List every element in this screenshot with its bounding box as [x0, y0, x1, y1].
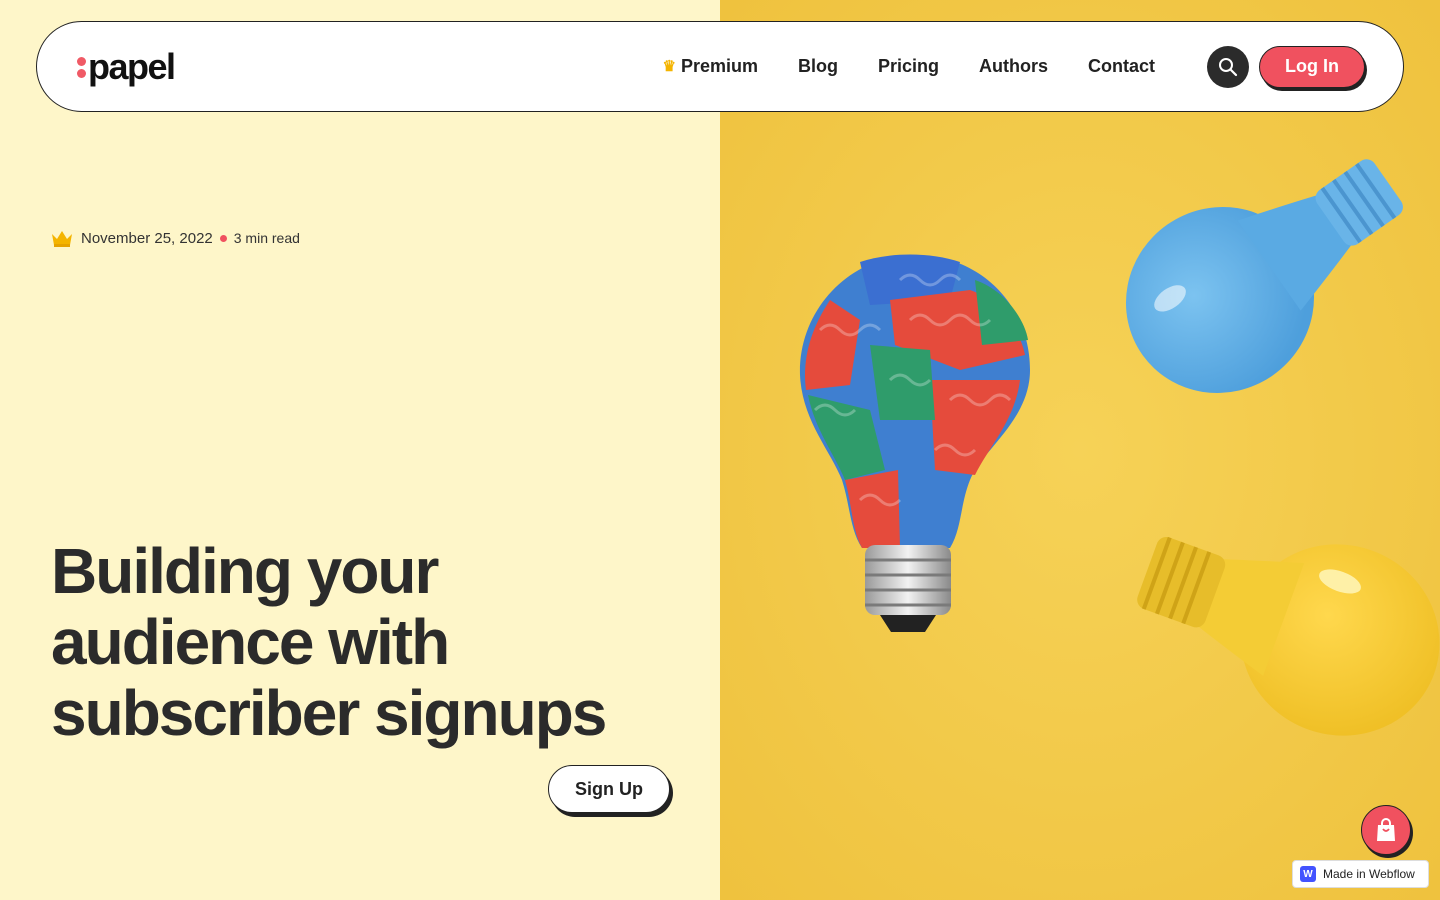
login-button[interactable]: Log In	[1259, 45, 1365, 88]
webflow-badge[interactable]: W Made in Webflow	[1292, 860, 1429, 888]
nav-link-contact[interactable]: Contact	[1088, 56, 1155, 77]
hero-image	[720, 0, 1440, 900]
search-button[interactable]	[1207, 45, 1249, 88]
crown-icon: ♛	[662, 58, 676, 75]
top-navbar: papel ♛ Premium Blog Pricing Authors Con…	[36, 21, 1404, 112]
post-title: Building your audience with subscriber s…	[51, 535, 607, 749]
nav-link-authors[interactable]: Authors	[979, 56, 1048, 77]
crown-icon	[52, 231, 72, 247]
shopping-bag-icon	[1377, 818, 1395, 841]
nav-link-premium[interactable]: ♛ Premium	[663, 56, 758, 77]
cart-button[interactable]	[1361, 805, 1411, 855]
search-icon	[1219, 57, 1238, 76]
logo-dots-icon	[77, 57, 86, 78]
webflow-logo-icon: W	[1300, 866, 1316, 882]
separator-dot	[219, 234, 227, 242]
read-time: 3 min read	[233, 230, 300, 246]
nav-links: ♛ Premium Blog Pricing Authors Contact	[663, 56, 1156, 77]
brand-logo[interactable]: papel	[77, 45, 176, 87]
lightbulbs-illustration	[720, 0, 1440, 900]
signup-button[interactable]: Sign Up	[548, 765, 670, 813]
post-meta: November 25, 2022 3 min read	[50, 229, 300, 247]
webflow-badge-label: Made in Webflow	[1323, 867, 1415, 881]
nav-link-label: Premium	[680, 56, 758, 76]
post-date: November 25, 2022	[81, 229, 213, 247]
nav-link-pricing[interactable]: Pricing	[878, 56, 939, 77]
nav-link-blog[interactable]: Blog	[798, 56, 838, 77]
brand-name: papel	[88, 45, 176, 87]
